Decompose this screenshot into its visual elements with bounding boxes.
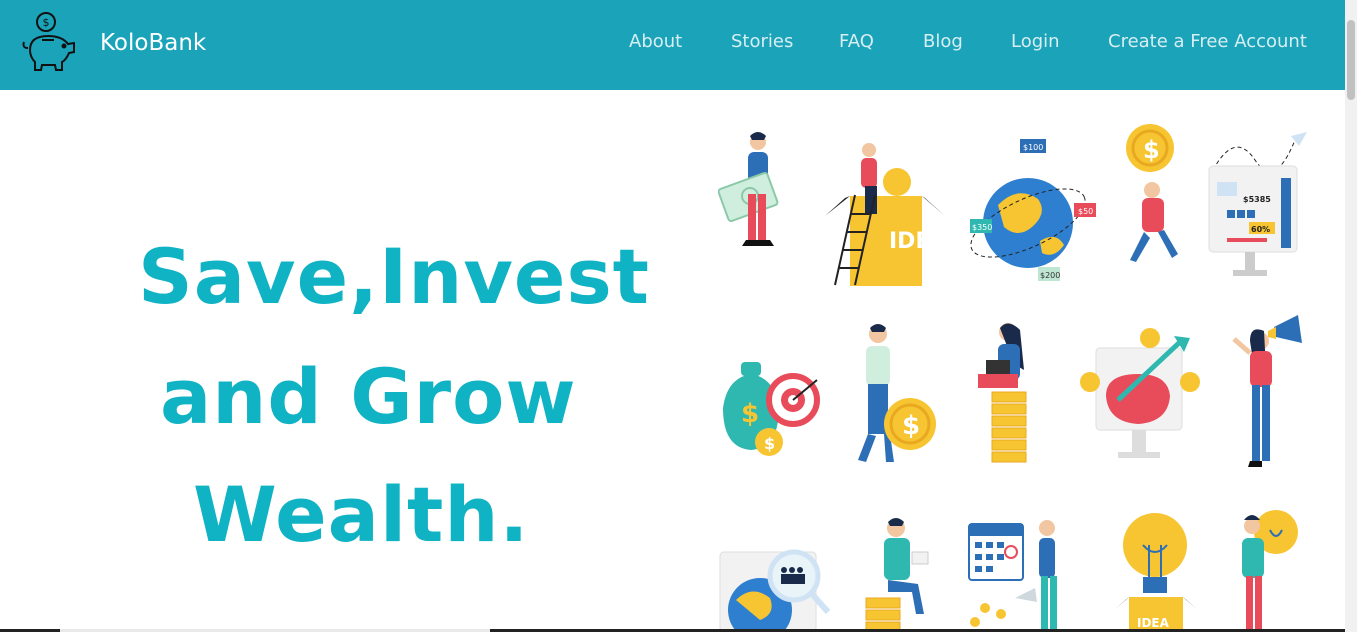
svg-text:$: $ (902, 411, 920, 441)
price-tag-50: $50 (1078, 207, 1093, 216)
page-scrollbar[interactable] (1345, 0, 1357, 632)
nav-stories[interactable]: Stories (731, 31, 793, 52)
calendar-planting-illustration (968, 520, 1057, 632)
man-rolling-coin-illustration: $ (858, 324, 936, 462)
man-sitting-coins-illustration (865, 518, 929, 632)
balance-label: $5385 (1243, 195, 1271, 204)
price-tag-200: $200 (1040, 271, 1060, 280)
hero-headline-line-2: and Grow (160, 352, 577, 441)
nav-about[interactable]: About (629, 31, 682, 52)
svg-text:$: $ (1143, 136, 1160, 164)
woman-megaphone-illustration (1232, 315, 1302, 467)
woman-laptop-coins-illustration (978, 323, 1027, 463)
nav-blog[interactable]: Blog (923, 31, 963, 52)
svg-text:$: $ (43, 16, 50, 29)
scrollbar-thumb[interactable] (1347, 20, 1355, 100)
brand[interactable]: $ KoloBank (18, 10, 206, 74)
idea-bulb-label: IDEA (1137, 616, 1170, 630)
man-holding-bulb-illustration (1242, 510, 1298, 632)
analytics-monitor-illustration: $5385 60% (1208, 132, 1307, 276)
nav-faq[interactable]: FAQ (839, 31, 874, 52)
man-holding-coin-illustration: $ (1126, 124, 1178, 262)
price-tag-100: $100 (1023, 143, 1043, 152)
piggy-bank-icon: $ (22, 12, 75, 71)
global-finance-globe-illustration: $100 $350 $50 $200 (970, 139, 1096, 281)
nav-login[interactable]: Login (1011, 31, 1060, 52)
money-bag-target-illustration: $ $ (723, 362, 820, 456)
global-team-search-illustration (719, 549, 831, 632)
price-tag-350: $350 (972, 223, 992, 232)
svg-text:$: $ (764, 434, 775, 453)
idea-lightbulb-illustration: IDEA (1115, 513, 1197, 632)
brand-name[interactable]: KoloBank (100, 30, 206, 56)
idea-box-ladder-illustration: IDEA (825, 143, 948, 286)
hero-headline-line-1: Save,Invest (138, 232, 651, 321)
man-with-banknote-illustration (718, 132, 779, 246)
piggy-bank-monitor-illustration (1080, 328, 1200, 458)
percent-label: 60% (1251, 225, 1270, 234)
hero-headline-line-3: Wealth. (193, 470, 530, 559)
nav-create-account[interactable]: Create a Free Account (1108, 31, 1307, 52)
svg-text:$: $ (741, 399, 759, 429)
idea-label: IDEA (889, 229, 948, 254)
top-navbar: $ KoloBank About Stories FAQ Blog Login … (0, 0, 1345, 90)
